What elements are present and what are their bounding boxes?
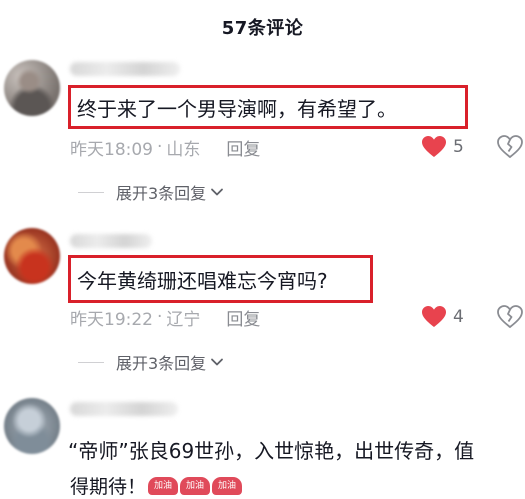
like-count: 4 [453,307,464,327]
highlighted-comment-box: 今年黄绮珊还唱难忘今宵吗? [68,255,373,303]
sticker-emoji: 加油 [180,476,211,495]
comment-meta: 昨天18:09 · 山东 回复 [70,135,260,160]
comment-meta: 昨天19:22 · 辽宁 回复 [70,305,260,330]
comments-header: 57条评论 [0,0,525,54]
sticker-emoji: 加油 [212,476,243,495]
reply-button[interactable]: 回复 [226,305,260,330]
comment-location: 辽宁 [166,309,201,330]
username-blurred[interactable] [70,62,180,76]
heart-icon [422,136,446,157]
broken-heart-icon[interactable] [497,135,523,159]
comment-text: 今年黄绮珊还唱难忘今宵吗? [77,268,328,293]
expand-replies-label[interactable]: 展开3条回复 [116,350,206,374]
expand-replies-label[interactable]: 展开3条回复 [116,180,206,204]
username-blurred[interactable] [70,234,152,248]
highlighted-comment-box: 终于来了一个男导演啊，有希望了。 [68,85,468,129]
username-blurred[interactable] [70,402,178,416]
expand-replies[interactable]: 展开3条回复 [78,181,224,203]
reply-button[interactable]: 回复 [226,135,260,160]
comment-time: 昨天19:22 [70,309,153,330]
meta-separator: · [157,137,163,157]
sticker-emoji: 加油 [148,476,179,495]
like-count: 5 [453,137,464,157]
divider-line [78,191,104,193]
comment-text-tail: 得期待！ [70,476,147,498]
chevron-down-icon [211,358,224,366]
comment-text: “帝师”张良69世孙，入世惊艳，出世传奇，值 [68,439,475,463]
avatar[interactable] [4,228,60,284]
broken-heart-icon[interactable] [497,305,523,329]
avatar[interactable] [4,398,60,454]
comment-time: 昨天18:09 [70,139,153,160]
chevron-down-icon [211,188,224,196]
avatar[interactable] [4,60,60,116]
comment-count-title: 57条评论 [221,18,304,39]
like-button[interactable]: 4 [421,305,464,329]
expand-replies[interactable]: 展开3条回复 [78,351,224,373]
heart-icon [422,306,446,327]
comment-location: 山东 [166,139,201,160]
like-button[interactable]: 5 [421,135,464,159]
meta-separator: · [157,307,163,327]
comment-text: 终于来了一个男导演啊，有希望了。 [77,96,397,121]
comment-text-continued: 得期待！ 加油 加油 加油 [70,472,243,499]
divider-line [78,361,104,363]
